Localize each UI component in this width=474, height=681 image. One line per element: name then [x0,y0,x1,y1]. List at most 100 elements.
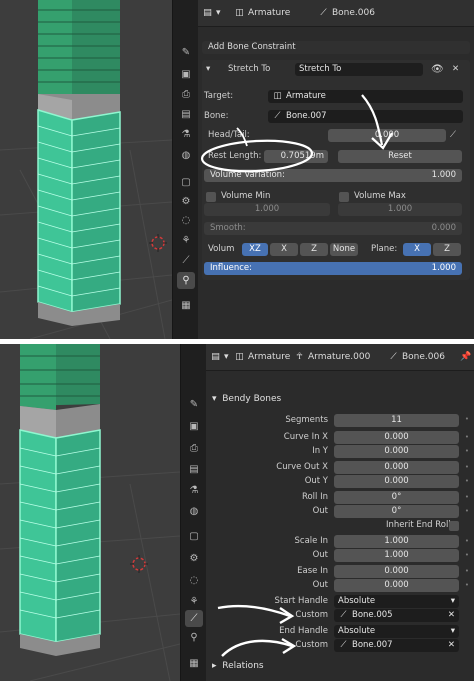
curve-out-y-field[interactable]: 0.000 [334,475,459,488]
target-field[interactable]: ◫ Armature [268,90,463,103]
particles-tab-icon[interactable]: ◌ [185,572,203,589]
keyframe-dot-icon[interactable]: • [464,434,470,441]
tool-tab-icon[interactable]: ✎ [185,396,203,413]
ease-in-field[interactable]: 0.000 [334,565,459,578]
eye-icon[interactable]: 👁 [431,63,444,76]
rest-length-label: Rest Length: [208,151,262,161]
keyframe-dot-icon[interactable]: • [464,478,470,485]
world-tab-icon[interactable]: ◍ [185,503,203,520]
curve-in-y-field[interactable]: 0.000 [334,445,459,458]
editor-type-menu[interactable]: ▤ ▾ [202,7,220,20]
start-custom-field[interactable]: ⟋ Bone.005 ✕ [334,609,459,622]
physics-tab-icon[interactable]: ⚘ [185,593,203,610]
render-tab-icon[interactable]: ▣ [177,66,195,83]
editor-type-menu[interactable]: ▤ ▾ [210,351,228,364]
properties-header: ▤ ▾ ◫ Armature ⟋ Bone.006 [198,0,474,27]
bone-constraint-tab-icon[interactable]: ⚲ [177,272,195,289]
keyframe-dot-icon[interactable]: • [464,416,470,423]
keyframe-dot-icon[interactable]: • [464,464,470,471]
physics-tab-icon[interactable]: ⚘ [177,232,195,249]
bone-tab-icon[interactable]: ⟋ [177,252,195,269]
keyframe-dot-icon[interactable]: • [464,582,470,589]
bone-icon: ⟋ [390,352,397,362]
start-handle-dropdown[interactable]: Absolute ▾ [334,595,459,608]
3d-viewport[interactable] [0,344,180,681]
scale-out-field[interactable]: 1.000 [334,549,459,562]
object-tab-icon[interactable]: ▢ [177,174,195,191]
keyframe-dot-icon[interactable]: • [464,552,470,559]
render-tab-icon[interactable]: ▣ [185,418,203,435]
bone-tab-icon[interactable]: ⟋ [185,610,203,627]
roll-in-field[interactable]: 0° [334,491,459,504]
volume-max-field[interactable]: 1.000 [338,203,462,216]
end-handle-dropdown[interactable]: Absolute ▾ [334,625,459,638]
keyframe-dot-icon[interactable]: • [464,448,470,455]
bone-icon: ⟋ [340,640,347,650]
add-bone-constraint-menu[interactable]: Add Bone Constraint [202,41,470,54]
volume-x-button[interactable]: X [270,243,298,256]
breadcrumb-armature: ☥ Armature.000 [294,351,370,364]
plane-z-button[interactable]: Z [433,243,461,256]
constraint-name-input[interactable]: Stretch To [295,63,423,76]
close-icon[interactable]: ✕ [452,63,459,76]
keyframe-dot-icon[interactable]: • [464,494,470,501]
roll-out-label: Out [312,506,328,516]
volume-min-checkbox[interactable] [206,192,216,202]
volume-min-field[interactable]: 1.000 [204,203,330,216]
view-layer-tab-icon[interactable]: ▤ [177,106,195,123]
volume-z-button[interactable]: Z [300,243,328,256]
volume-variation-field[interactable]: Volume Variation: 1.000 [204,169,462,182]
bendy-bones-panel-header[interactable]: ▾ Bendy Bones [212,391,281,407]
influence-slider[interactable]: Influence: 1.000 [204,262,462,275]
relations-panel-header[interactable]: ▸ Relations [212,658,264,674]
tool-tab-icon[interactable]: ✎ [177,44,195,61]
scene-tab-icon[interactable]: ⚗ [177,126,195,143]
world-tab-icon[interactable]: ◍ [177,147,195,164]
breadcrumb-object: ◫ Armature [235,352,291,362]
keyframe-dot-icon[interactable]: • [464,508,470,515]
particles-tab-icon[interactable]: ◌ [177,212,195,229]
scene-tab-icon[interactable]: ⚗ [185,482,203,499]
modifier-tab-icon[interactable]: ⚙ [185,550,203,567]
ease-out-field[interactable]: 0.000 [334,579,459,592]
pin-icon[interactable]: 📌 [460,351,471,364]
curve-out-x-field[interactable]: 0.000 [334,461,459,474]
modifier-tab-icon[interactable]: ⚙ [177,193,195,210]
object-tab-icon[interactable]: ▢ [185,528,203,545]
3d-viewport[interactable] [0,0,172,339]
keyframe-dot-icon[interactable]: • [464,568,470,575]
viewport-scene [0,0,172,339]
texture-tab-icon[interactable]: ▦ [177,297,195,314]
end-handle-label: End Handle [279,626,328,636]
segments-field[interactable]: 11 [334,414,459,427]
keyframe-dot-icon[interactable]: • [464,538,470,545]
target-label: Target: [204,91,234,101]
3d-cursor-icon [149,234,167,252]
roll-out-field[interactable]: 0° [334,505,459,518]
screenshot-bendy-bones: ✎ ▣ ⎙ ▤ ⚗ ◍ ▢ ⚙ ◌ ⚘ ⟋ ⚲ ▦ ▤ ▾ ◫ Armature ☥… [0,344,474,681]
texture-tab-icon[interactable]: ▦ [185,655,203,672]
bone-constraint-tab-icon[interactable]: ⚲ [185,629,203,646]
output-tab-icon[interactable]: ⎙ [177,86,195,103]
view-layer-tab-icon[interactable]: ▤ [185,461,203,478]
rest-length-field[interactable]: 0.70519m [264,150,328,163]
use-bbone-shape-icon[interactable]: ⟋ [450,129,456,142]
volume-min-label: Volume Min [221,191,271,201]
plane-x-button[interactable]: X [403,243,431,256]
inherit-end-roll-checkbox[interactable] [449,521,459,531]
end-custom-field[interactable]: ⟋ Bone.007 ✕ [334,639,459,652]
curve-in-y-label: In Y [312,446,328,456]
bone-field[interactable]: ⟋ Bone.007 [268,110,463,123]
output-tab-icon[interactable]: ⎙ [185,440,203,457]
properties-editor-icon: ▤ [211,352,220,362]
curve-in-x-field[interactable]: 0.000 [334,431,459,444]
volume-max-checkbox[interactable] [339,192,349,202]
volume-none-button[interactable]: None [330,243,358,256]
reset-button[interactable]: Reset [338,150,462,163]
head-tail-field[interactable]: 0.000 [328,129,446,142]
volume-xz-button[interactable]: XZ [242,243,268,256]
scale-in-field[interactable]: 1.000 [334,535,459,548]
collapse-arrow-icon[interactable]: ▾ [206,63,210,76]
smooth-field[interactable]: Smooth: 0.000 [204,222,462,235]
properties-editor: ▤ ▾ ◫ Armature ⟋ Bone.006 Add Bone Constrai… [198,0,474,339]
